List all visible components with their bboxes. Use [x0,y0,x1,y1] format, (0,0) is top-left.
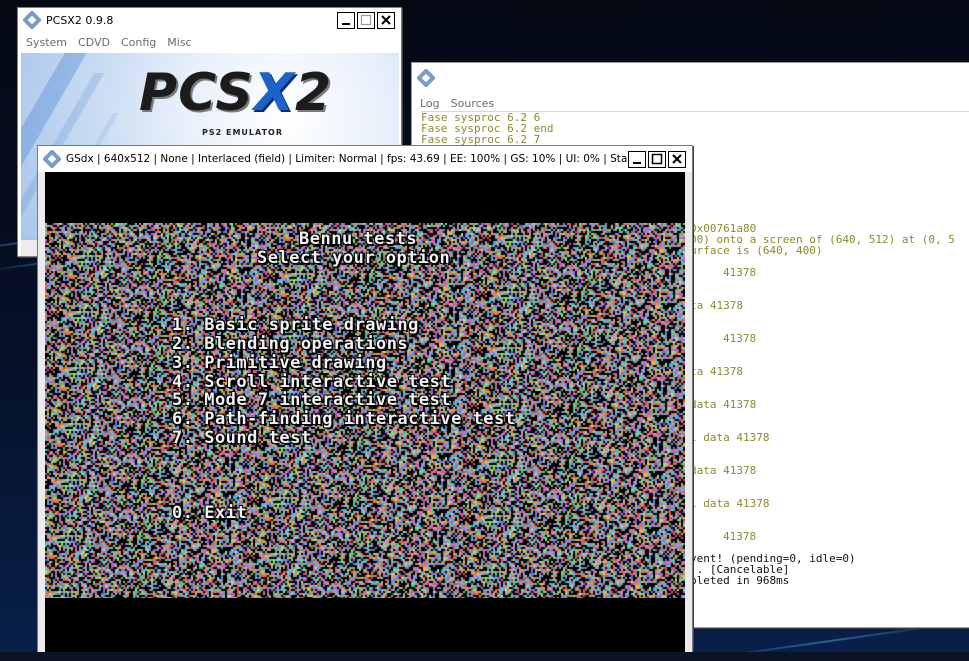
minimize-button[interactable] [337,11,355,29]
log-line: data 41378 [690,398,757,411]
menu-sources[interactable]: Sources [451,97,495,110]
gsdx-window-title: GSdx | 640x512 | None | Interlaced (fiel… [66,153,628,165]
gsdx-app-icon [43,150,61,168]
game-subheading: Select your option [257,248,451,268]
minimize-icon [633,162,641,164]
log-line: data 41378 [690,464,757,477]
menu-system[interactable]: System [26,36,67,49]
log-line: ta 41378 [690,365,743,378]
close-icon [672,154,682,164]
close-icon [381,15,391,25]
pcsx2-logo: PCSX2 [139,63,333,123]
game-display[interactable]: Bennu tests Select your option 1. Basic … [45,172,685,655]
menu-option-7[interactable]: 7. Sound test [172,428,312,448]
log-line: urface is (640, 400) [690,244,823,257]
gsdx-window[interactable]: GSdx | 640x512 | None | Interlaced (fiel… [37,145,693,661]
menu-option-4[interactable]: 4. Scroll interactive test [172,372,451,392]
console-menu-bar: Log Sources [412,93,969,113]
menu-option-3[interactable]: 3. Primitive drawing [172,353,387,373]
log-line: l data 41378 [690,431,770,444]
pcsx2-window-title: PCSX2 0.9.8 [46,13,114,27]
pcsx2-app-icon [23,11,41,29]
close-button[interactable] [377,11,395,29]
minimize-button[interactable] [628,150,646,168]
menu-cdvd[interactable]: CDVD [78,36,110,49]
log-line: 41378 [723,266,757,279]
log-line: 41378 [723,530,757,543]
log-line: ta 41378 [690,299,743,312]
menu-option-5[interactable]: 5. Mode 7 interactive test [172,390,451,410]
game-heading: Bennu tests [299,229,418,249]
menu-option-6[interactable]: 6. Path-finding interactive test [172,409,516,429]
menu-config[interactable]: Config [121,36,156,49]
log-line: 41378 [723,332,757,345]
pcsx2-title-bar[interactable]: PCSX2 0.9.8 [18,8,401,32]
maximize-icon [360,14,372,26]
log-line: l data 41378 [690,497,770,510]
console-title-bar[interactable] [412,63,969,93]
minimize-icon [342,23,350,25]
pcsx2-app-icon [417,69,435,87]
pcsx2-menu-bar: System CDVD Config Misc [18,32,401,52]
gsdx-title-bar[interactable]: GSdx | 640x512 | None | Interlaced (fiel… [38,146,692,172]
pcsx2-logo-subtitle: PS2 EMULATOR [202,128,283,137]
menu-misc[interactable]: Misc [167,36,191,49]
log-line: Fase sysproc 6.2 7 [421,133,541,146]
log-line: pleted in 968ms [690,574,790,587]
menu-option-exit[interactable]: 0. Exit [172,503,247,523]
taskbar [0,652,969,661]
close-button[interactable] [668,150,686,168]
maximize-button[interactable] [648,150,666,168]
maximize-icon [651,153,663,165]
menu-option-2[interactable]: 2. Blending operations [172,334,408,354]
menu-log[interactable]: Log [420,97,440,110]
menu-option-1[interactable]: 1. Basic sprite drawing [172,315,419,335]
maximize-button[interactable] [357,11,375,29]
desktop-background: PCSX2 0.9.8 System CDVD Config Misc PCSX… [0,0,969,661]
